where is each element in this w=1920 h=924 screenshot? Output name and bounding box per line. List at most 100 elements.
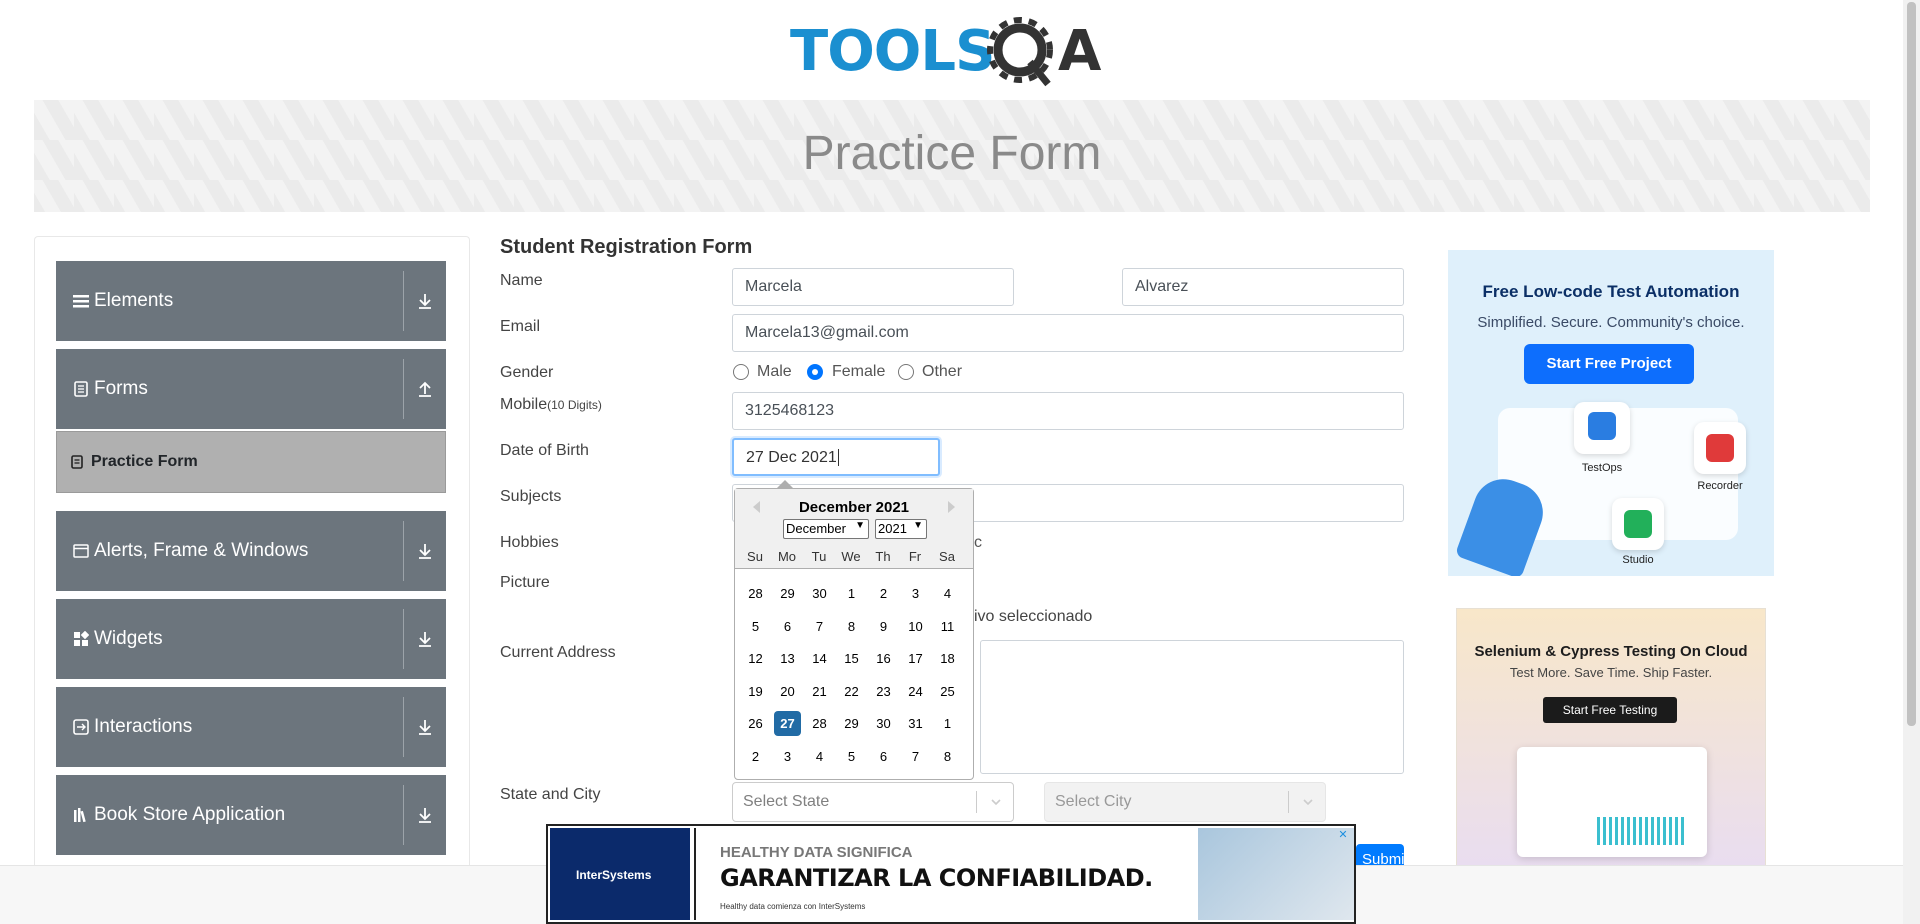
- sidebar-group-forms[interactable]: Forms: [56, 349, 446, 429]
- calendar-day[interactable]: 30: [806, 581, 833, 606]
- calendar-day[interactable]: 28: [742, 581, 769, 606]
- name-label: Name: [500, 272, 543, 289]
- gender-label: Gender: [500, 364, 554, 381]
- select-chevron-icon: ▼: [855, 520, 865, 531]
- calendar-day-selected[interactable]: 27: [774, 711, 801, 736]
- weekday-label: Su: [747, 549, 763, 564]
- next-month-icon[interactable]: [948, 501, 955, 513]
- page-scrollbar[interactable]: [1903, 0, 1920, 924]
- state-placeholder: Select State: [743, 793, 830, 810]
- calendar-day[interactable]: 18: [934, 646, 961, 671]
- sidebar-item-practice-form[interactable]: Practice Form: [56, 431, 446, 493]
- divider: [403, 609, 404, 669]
- calendar-day[interactable]: 5: [838, 744, 865, 769]
- calendar-day[interactable]: 16: [870, 646, 897, 671]
- calendar-day[interactable]: 2: [742, 744, 769, 769]
- calendar-day[interactable]: 17: [902, 646, 929, 671]
- state-city-label: State and City: [500, 786, 601, 803]
- calendar-day[interactable]: 22: [838, 679, 865, 704]
- calendar-day[interactable]: 25: [934, 679, 961, 704]
- calendar-day[interactable]: 6: [870, 744, 897, 769]
- calendar-day[interactable]: 31: [902, 711, 929, 736]
- calendar-day[interactable]: 3: [902, 581, 929, 606]
- last-name-input[interactable]: Alvarez: [1122, 268, 1404, 306]
- gender-female-radio[interactable]: [807, 364, 823, 380]
- divider: [403, 785, 404, 845]
- state-select[interactable]: Select State: [732, 782, 1014, 822]
- mobile-input[interactable]: 3125468123: [732, 392, 1404, 430]
- calendar-day[interactable]: 12: [742, 646, 769, 671]
- calendar-day[interactable]: 8: [934, 744, 961, 769]
- calendar-day[interactable]: 14: [806, 646, 833, 671]
- gender-other-radio[interactable]: [898, 364, 914, 380]
- hobby-label-partial[interactable]: c: [974, 534, 982, 552]
- toolsqa-logo[interactable]: TOOLS A: [790, 14, 1115, 94]
- weekday-label: Th: [875, 549, 891, 564]
- ad-close-icon[interactable]: ✕: [1336, 828, 1350, 842]
- testops-label: TestOps: [1581, 462, 1623, 474]
- calendar-day[interactable]: 7: [902, 744, 929, 769]
- calendar-day[interactable]: 4: [934, 581, 961, 606]
- calendar-day[interactable]: 23: [870, 679, 897, 704]
- sidebar-group-label: Elements: [94, 290, 174, 311]
- upload-arrow-icon: [419, 381, 431, 397]
- download-arrow-icon: [419, 294, 431, 309]
- calendar-day[interactable]: 1: [838, 581, 865, 606]
- calendar-day[interactable]: 30: [870, 711, 897, 736]
- sidebar-group-alerts[interactable]: Alerts, Frame & Windows: [56, 511, 446, 591]
- start-free-project-button[interactable]: Start Free Project: [1524, 344, 1694, 384]
- divider: [403, 271, 404, 331]
- calendar-day[interactable]: 15: [838, 646, 865, 671]
- gender-male-radio[interactable]: [733, 364, 749, 380]
- first-name-input[interactable]: Marcela: [732, 268, 1014, 306]
- scrollbar-thumb[interactable]: [1907, 2, 1916, 726]
- recorder-tile: [1694, 422, 1746, 474]
- calendar-day[interactable]: 7: [806, 614, 833, 639]
- picture-label: Picture: [500, 574, 550, 591]
- month-select[interactable]: December ▼: [783, 519, 869, 539]
- calendar-day[interactable]: 29: [774, 581, 801, 606]
- calendar-day[interactable]: 5: [742, 614, 769, 639]
- sidebar-group-interactions[interactable]: Interactions: [56, 687, 446, 767]
- select-chevron-icon: ▼: [913, 520, 923, 531]
- gender-female-label[interactable]: Female: [832, 363, 885, 381]
- dob-input[interactable]: 27 Dec 2021: [732, 438, 940, 476]
- calendar-day[interactable]: 20: [774, 679, 801, 704]
- weekday-label: Sa: [939, 549, 955, 564]
- current-address-textarea[interactable]: [980, 640, 1404, 774]
- year-select[interactable]: 2021 ▼: [875, 519, 927, 539]
- widgets-icon: [74, 631, 89, 646]
- ad-dashboard-illustration: [1517, 747, 1707, 857]
- text-caret: [837, 449, 839, 466]
- gender-other-label[interactable]: Other: [922, 363, 962, 381]
- calendar-day[interactable]: 1: [934, 711, 961, 736]
- calendar-day[interactable]: 21: [806, 679, 833, 704]
- calendar-day[interactable]: 10: [902, 614, 929, 639]
- ad-selenium-cypress[interactable]: Selenium & Cypress Testing On Cloud Test…: [1456, 608, 1766, 868]
- sidebar-group-bookstore[interactable]: Book Store Application: [56, 775, 446, 855]
- calendar-day[interactable]: 6: [774, 614, 801, 639]
- city-select[interactable]: Select City: [1044, 782, 1326, 822]
- calendar-day[interactable]: 9: [870, 614, 897, 639]
- calendar-day[interactable]: 8: [838, 614, 865, 639]
- calendar-day[interactable]: 13: [774, 646, 801, 671]
- calendar-day[interactable]: 29: [838, 711, 865, 736]
- sidebar-group-widgets[interactable]: Widgets: [56, 599, 446, 679]
- calendar-day[interactable]: 3: [774, 744, 801, 769]
- ad-intersystems[interactable]: InterSystems HEALTHY DATA SIGNIFICA GARA…: [546, 824, 1356, 924]
- calendar-day[interactable]: 4: [806, 744, 833, 769]
- page-title: Practice Form: [802, 127, 1102, 180]
- calendar-header: December 2021 December ▼ 2021 ▼ Su Mo Tu We Th…: [735, 489, 973, 569]
- start-free-testing-button[interactable]: Start Free Testing: [1543, 697, 1677, 723]
- ad-low-code-automation[interactable]: Free Low-code Test Automation Simplified…: [1448, 250, 1774, 576]
- calendar-day[interactable]: 11: [934, 614, 961, 639]
- email-input[interactable]: Marcela13@gmail.com: [732, 314, 1404, 352]
- gender-male-label[interactable]: Male: [757, 363, 792, 381]
- calendar-day[interactable]: 2: [870, 581, 897, 606]
- calendar-day[interactable]: 24: [902, 679, 929, 704]
- calendar-day[interactable]: 26: [742, 711, 769, 736]
- calendar-day[interactable]: 28: [806, 711, 833, 736]
- sidebar-group-elements[interactable]: Elements: [56, 261, 446, 341]
- calendar-day[interactable]: 19: [742, 679, 769, 704]
- sidebar: Elements Forms Practice Form Alerts, Fra…: [34, 236, 470, 876]
